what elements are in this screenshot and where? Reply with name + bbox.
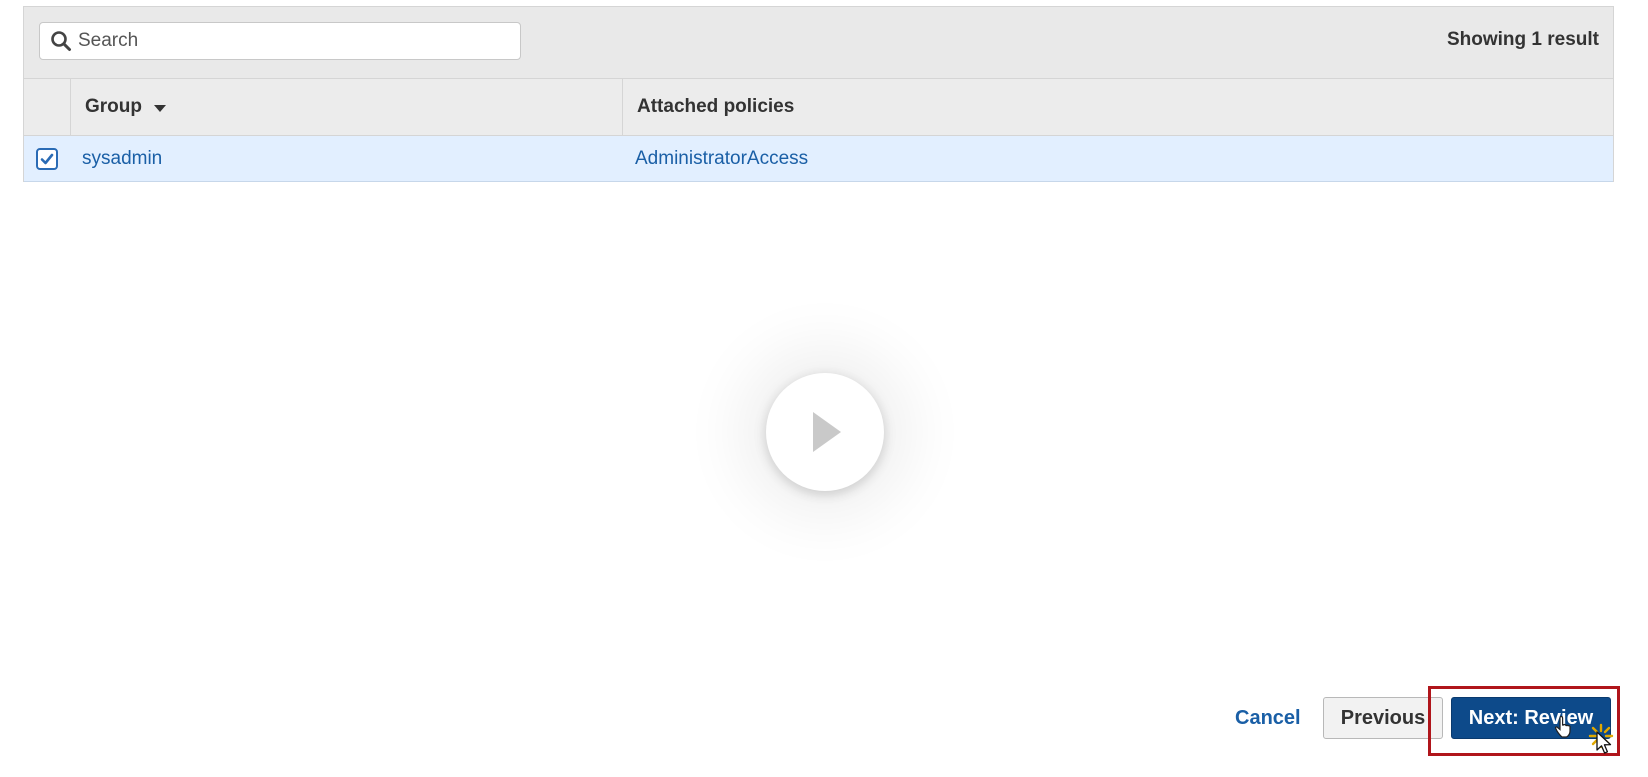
column-header-policies: Attached policies [623, 79, 1613, 135]
row-select-cell [24, 147, 70, 170]
cancel-button[interactable]: Cancel [1235, 707, 1301, 730]
caret-down-icon[interactable] [154, 105, 166, 112]
previous-button[interactable]: Previous [1323, 697, 1443, 739]
groups-table-panel: Showing 1 result Group Attached policies… [23, 6, 1614, 182]
arrow-cursor-icon [1596, 731, 1612, 754]
group-name-link[interactable]: sysadmin [70, 148, 622, 170]
table-header: Group Attached policies [24, 79, 1613, 136]
search-input[interactable] [76, 29, 500, 53]
column-header-group-label: Group [85, 96, 142, 117]
column-header-group[interactable]: Group [71, 79, 623, 135]
play-icon [813, 412, 841, 452]
table-row[interactable]: sysadmin AdministratorAccess [24, 136, 1613, 182]
attached-policy-link[interactable]: AdministratorAccess [622, 148, 1613, 170]
play-button-face [773, 380, 877, 484]
result-count: Showing 1 result [1446, 29, 1599, 50]
search-box[interactable] [39, 22, 521, 60]
header-select-cell [24, 79, 71, 135]
column-header-policies-label: Attached policies [637, 96, 795, 117]
next-review-button[interactable]: Next: Review [1451, 697, 1611, 739]
hand-pointer-icon [1554, 716, 1571, 738]
table-toolbar: Showing 1 result [24, 7, 1613, 79]
row-checkbox[interactable] [36, 147, 58, 170]
checkmark-icon [40, 153, 54, 164]
video-play-button[interactable] [766, 373, 884, 491]
search-icon [48, 28, 74, 54]
